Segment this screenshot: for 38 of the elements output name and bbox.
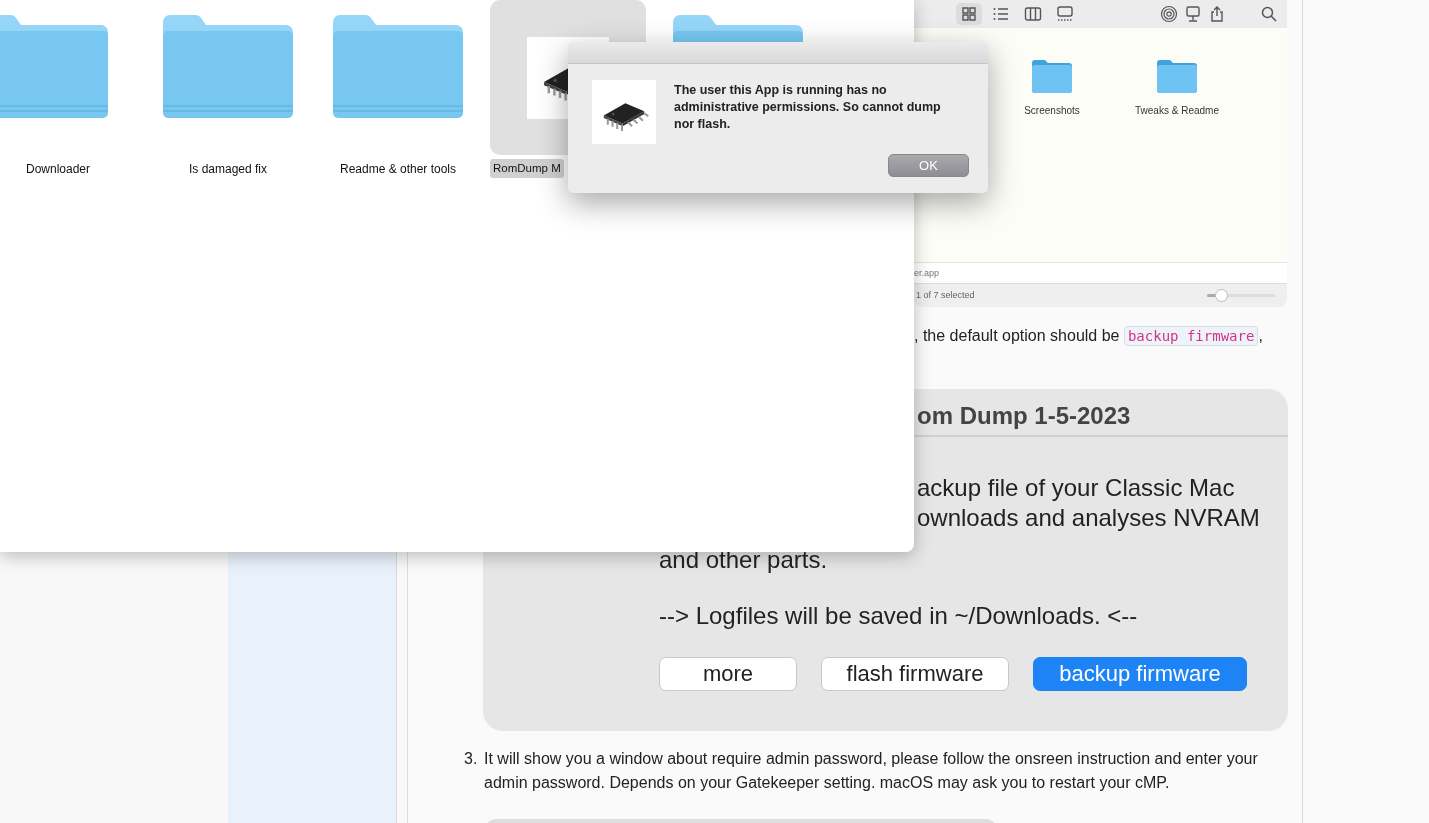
grid-view-icon <box>960 5 978 23</box>
action-button[interactable]: flash firmware <box>821 657 1009 691</box>
airdrop-icon[interactable] <box>1160 5 1178 23</box>
window-title: om Dump 1-5-2023 <box>917 402 1131 429</box>
file-name[interactable]: Is damaged fix <box>185 159 270 179</box>
folder-icon[interactable] <box>0 15 108 118</box>
slider-thumb[interactable] <box>1214 289 1228 302</box>
folder-icon[interactable] <box>1032 60 1072 93</box>
description-text: ackup file of your Classic Mac <box>917 473 1236 503</box>
path-text: er.app <box>914 268 940 278</box>
column-view-icon <box>1024 5 1042 23</box>
logfile-note: --> Logfiles will be saved in ~/Downloads. <-- <box>659 601 1139 631</box>
default-button[interactable]: backup firmware <box>1033 657 1247 691</box>
folder-name[interactable]: Screenshots <box>1024 103 1080 118</box>
file-name[interactable]: RomDump M <box>490 159 564 179</box>
list-view-icon <box>992 5 1010 23</box>
paragraph-text: , the default option should be <box>914 327 1121 344</box>
monitor-icon[interactable] <box>1184 5 1202 23</box>
share-icon[interactable] <box>1208 5 1226 23</box>
description-text: ownloads and analyses NVRAM <box>917 503 1260 533</box>
alert-message: The user this App is running has no administrative permissions. So cannot dump nor flash. <box>674 82 942 133</box>
action-button[interactable]: more <box>659 657 797 691</box>
paragraph-text: , <box>1258 327 1263 344</box>
step-number: 3. <box>464 749 479 769</box>
file-name[interactable]: Readme & other tools <box>336 159 460 179</box>
search-icon[interactable] <box>1260 5 1278 23</box>
file-name[interactable]: Downloader <box>22 159 93 179</box>
folder-icon[interactable] <box>1157 60 1197 93</box>
view-toggle-selected[interactable] <box>956 3 982 25</box>
gallery-view-icon <box>1056 5 1074 23</box>
app-icon <box>592 80 656 144</box>
step-text: It will show you a window about require admin password, please follow the onsreen instruction and enter your admin password. Depends on your Gatekeeper setting. macOS may ask you to restart your cMP. <box>484 749 1259 793</box>
status-text: 1 of 7 selected <box>916 288 975 302</box>
folder-icon[interactable] <box>333 15 463 118</box>
folder-name[interactable]: Tweaks & Readme <box>1135 103 1219 118</box>
folder-icon[interactable] <box>163 15 293 118</box>
description-text: and other parts. <box>659 545 829 575</box>
inline-code: backup firmware <box>1123 326 1259 346</box>
